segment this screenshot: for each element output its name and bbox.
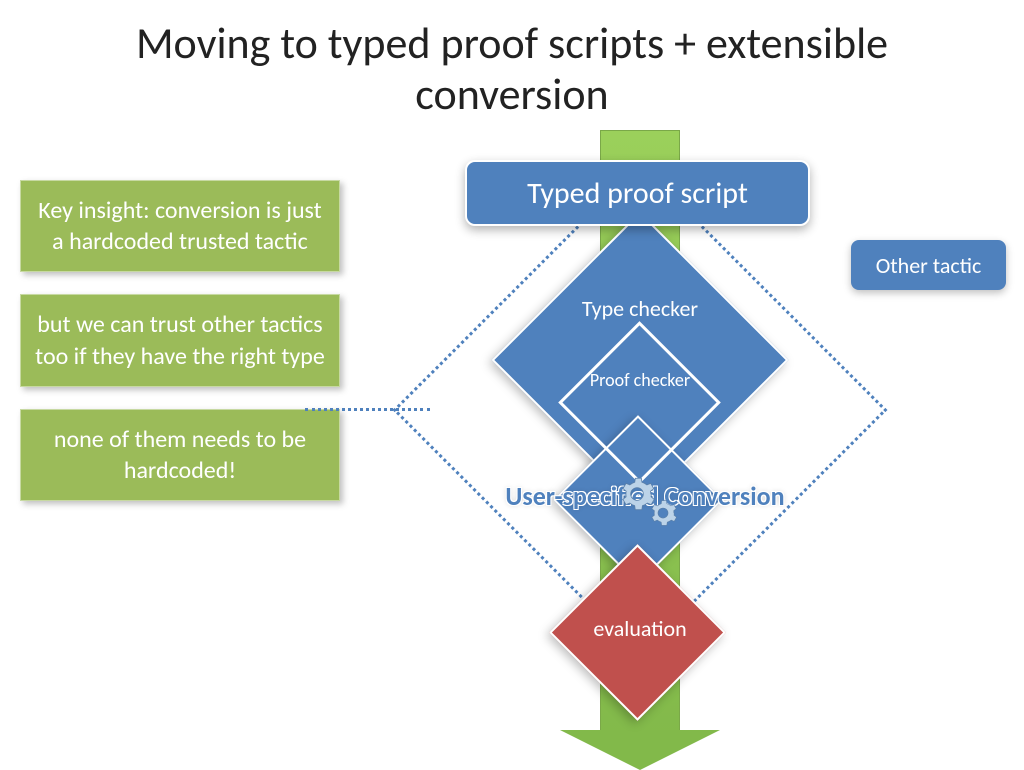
insight-box-3: none of them needs to be hardcoded!: [20, 409, 340, 501]
left-column: Key insight: conversion is just a hardco…: [20, 180, 340, 523]
other-tactic-box: Other tactic: [851, 240, 1006, 290]
slide-title: Moving to typed proof scripts + extensib…: [0, 0, 1024, 129]
gear-icon-small: [648, 498, 678, 528]
flow-arrow-head: [560, 730, 720, 770]
insight-box-2: but we can trust other tactics too if th…: [20, 294, 340, 386]
typed-proof-script-box: Typed proof script: [465, 160, 810, 226]
insight-box-1: Key insight: conversion is just a hardco…: [20, 180, 340, 272]
dotted-connector: [305, 408, 430, 411]
